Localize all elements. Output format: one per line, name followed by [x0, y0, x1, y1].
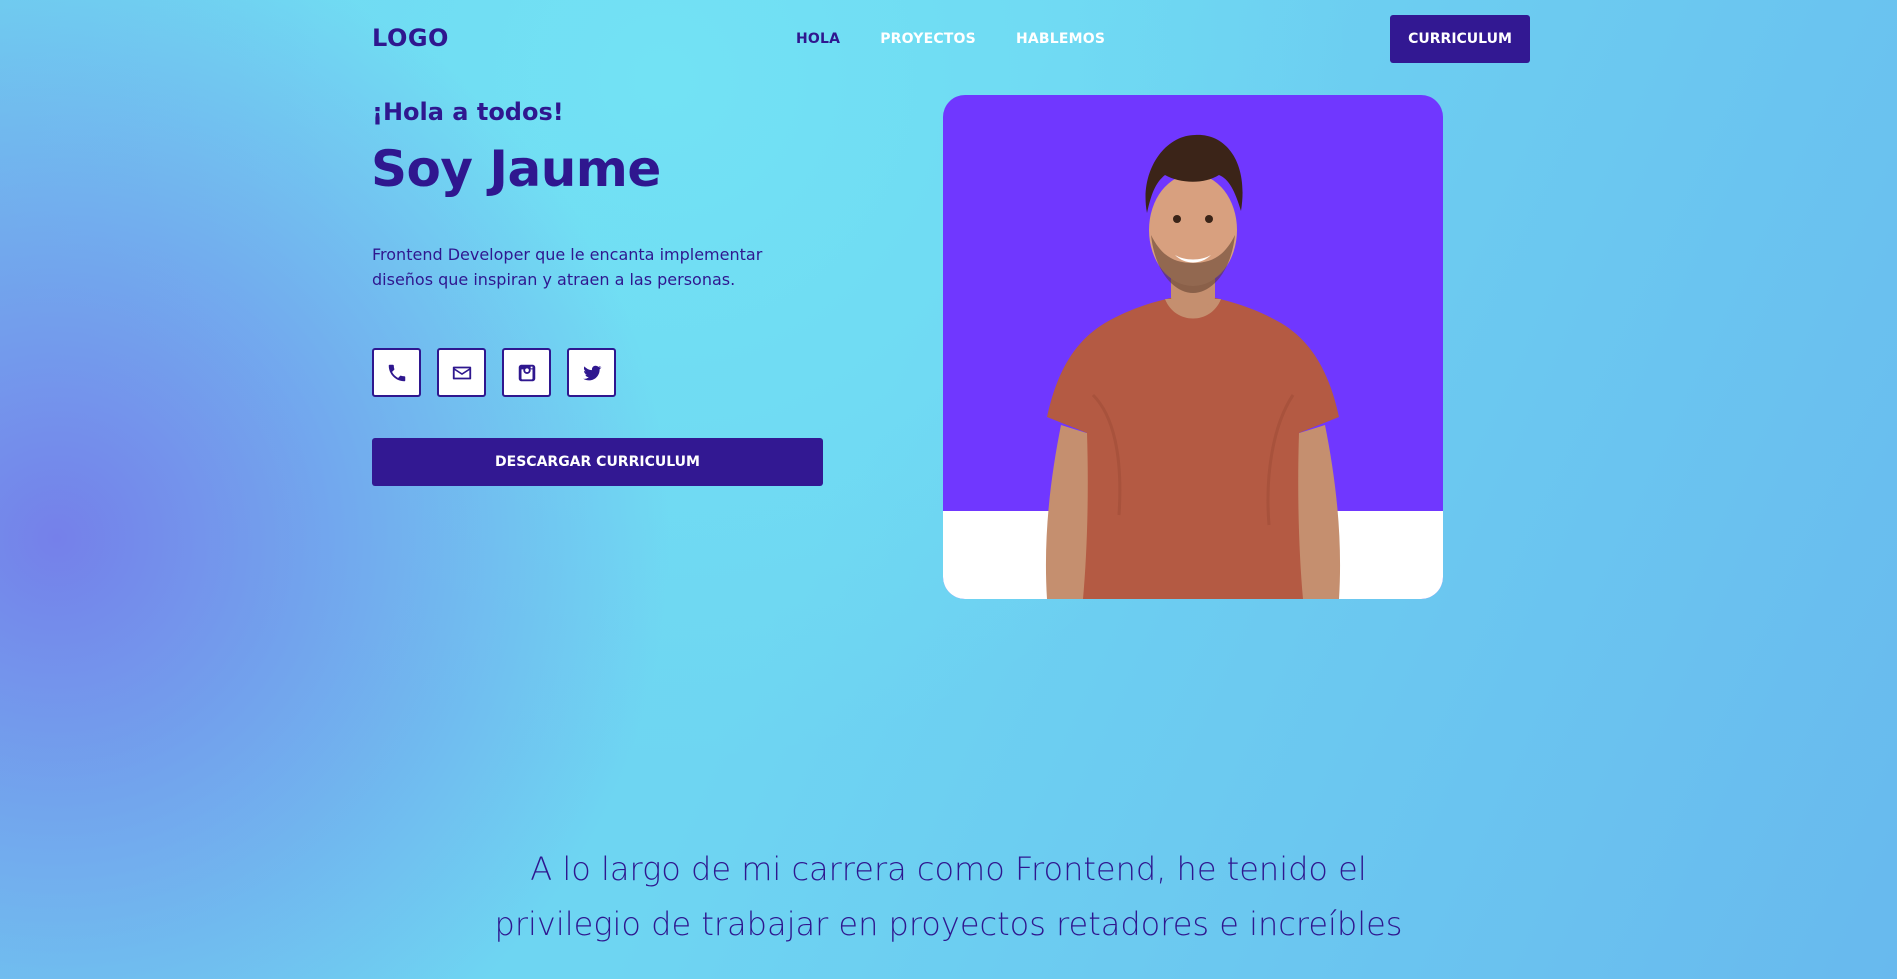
- nav-item-hola[interactable]: HOLA: [796, 31, 840, 47]
- twitter-button[interactable]: [567, 348, 616, 397]
- curriculum-button[interactable]: CURRICULUM: [1390, 15, 1530, 63]
- nav-item-proyectos[interactable]: PROYECTOS: [880, 31, 976, 47]
- mail-icon: [452, 366, 471, 379]
- instagram-icon: [518, 364, 535, 381]
- twitter-icon: [582, 365, 601, 380]
- phone-icon: [388, 364, 405, 381]
- career-line-1: A lo largo de mi carrera como Frontend, …: [530, 850, 1367, 888]
- person-illustration: [1045, 134, 1341, 599]
- download-curriculum-button[interactable]: DESCARGAR CURRICULUM: [372, 438, 823, 486]
- main-nav: HOLA PROYECTOS HABLEMOS: [796, 31, 1105, 47]
- phone-button[interactable]: [372, 348, 421, 397]
- nav-item-hablemos[interactable]: HABLEMOS: [1016, 31, 1105, 47]
- career-statement: A lo largo de mi carrera como Frontend, …: [0, 842, 1897, 952]
- instagram-button[interactable]: [502, 348, 551, 397]
- social-links: [372, 348, 616, 397]
- hero-title: Soy Jaume: [371, 140, 661, 198]
- hero-description: Frontend Developer que le encanta implem…: [372, 245, 763, 289]
- logo[interactable]: LOGO: [372, 24, 449, 52]
- profile-photo: [943, 95, 1443, 599]
- email-button[interactable]: [437, 348, 486, 397]
- greeting: ¡Hola a todos!: [372, 98, 564, 126]
- career-line-2: privilegio de trabajar en proyectos reta…: [494, 905, 1403, 943]
